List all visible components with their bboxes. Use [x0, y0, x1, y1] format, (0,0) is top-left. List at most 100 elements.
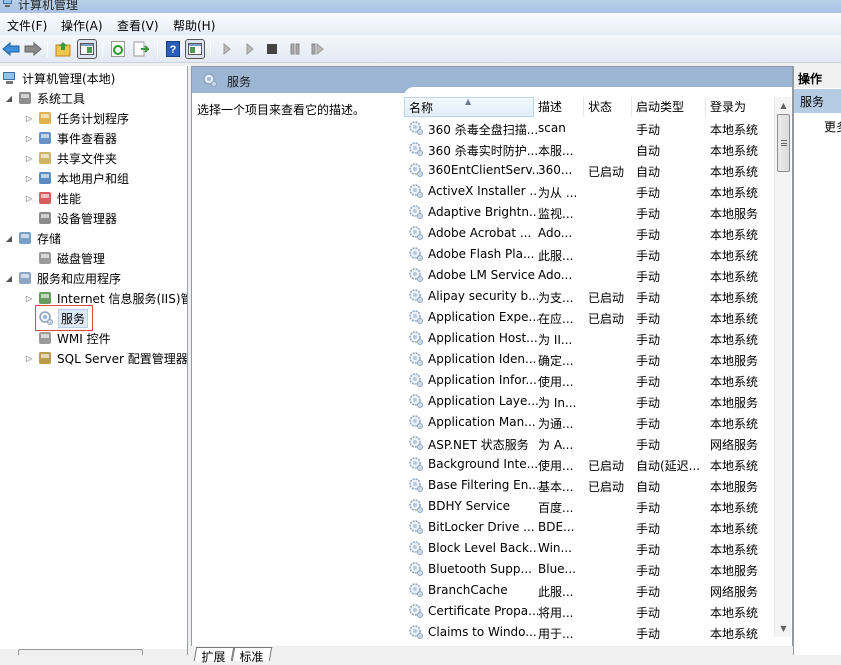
help-icon[interactable]: ? — [164, 40, 182, 58]
collapse-arrow-icon[interactable]: ◢ — [4, 274, 14, 283]
pause-service-icon[interactable] — [286, 40, 304, 58]
service-startup-type: 手动 — [636, 585, 661, 599]
tree-node[interactable]: ▷ SQL Server 配置管理器 — [24, 348, 187, 368]
actions-group-services[interactable]: 服务 — [794, 89, 841, 113]
scroll-up-icon[interactable]: ▲ — [775, 97, 792, 114]
tree-node[interactable]: ◢ 系统工具 — [4, 88, 85, 108]
up-folder-icon[interactable] — [54, 40, 72, 58]
service-row[interactable]: Claims to Windo... 用于... 手动 本地系统 — [408, 622, 770, 643]
column-header-status[interactable]: 状态 — [584, 97, 632, 117]
service-row[interactable]: Adobe LM Service Ado... 手动 本地系统 — [408, 265, 770, 286]
column-header-log-on-as[interactable]: 登录为 — [706, 97, 774, 117]
service-row[interactable]: Base Filtering En... 基本... 已启动 自动 本地服务 — [408, 475, 770, 496]
menu-action[interactable]: 操作(A) — [58, 16, 106, 35]
tree-node[interactable]: ▷ 本地用户和组 — [24, 168, 129, 188]
console-tree: 计算机管理(本地) ◢ 系统工具 ▷ 任务计划程序 ▷ 事件查看器 ▷ 共享文件夹 ▷ 本地用户和… — [0, 66, 188, 655]
column-header-name[interactable]: ▲ 名称 — [404, 97, 534, 117]
expand-arrow-icon[interactable]: ▷ — [24, 134, 34, 143]
tab-extended[interactable]: 扩展 — [193, 647, 235, 664]
menu-view[interactable]: 查看(V) — [114, 16, 162, 35]
service-name: Application Man... — [428, 415, 536, 429]
services-vertical-scrollbar[interactable]: ▲ ▼ — [774, 97, 791, 637]
tree-node[interactable]: ▷ 任务计划程序 — [24, 108, 129, 128]
stop-service-icon[interactable] — [263, 40, 281, 58]
service-name: BitLocker Drive ... — [428, 520, 535, 534]
service-row[interactable]: Bluetooth Supp... Blue... 手动 本地服务 — [408, 559, 770, 580]
tab-standard[interactable]: 标准 — [231, 647, 273, 664]
tree-node[interactable]: 服务 — [34, 305, 94, 331]
service-status: 已启动 — [588, 480, 625, 494]
expand-arrow-icon[interactable]: ▷ — [24, 154, 34, 163]
tree-node[interactable]: WMI 控件 — [24, 328, 111, 348]
tree-node[interactable]: ▷ 事件查看器 — [24, 128, 117, 148]
start-service-icon[interactable] — [218, 40, 236, 58]
expand-arrow-icon[interactable]: ▷ — [24, 354, 34, 363]
expand-arrow-icon[interactable]: ▷ — [24, 114, 34, 123]
service-description: 将用... — [538, 606, 574, 620]
service-row[interactable]: Block Level Back... Win... 手动 本地系统 — [408, 538, 770, 559]
show-hide-tree-icon[interactable] — [77, 39, 97, 59]
service-row[interactable]: ActiveX Installer ... 为从 ... 手动 本地系统 — [408, 181, 770, 202]
forward-icon[interactable] — [24, 40, 42, 58]
tree-node-icon — [39, 352, 51, 364]
service-row[interactable]: Background Inte... 使用... 已启动 自动(延迟... 本地系统 — [408, 454, 770, 475]
services-list: ▲ 名称 描述 状态 启动类型 登录为 360 杀毒全盘扫描... scan 手动本… — [404, 87, 792, 647]
service-startup-type: 自动(延迟... — [636, 459, 701, 473]
collapse-arrow-icon[interactable]: ◢ — [4, 234, 14, 243]
restart-service-icon[interactable] — [309, 40, 327, 58]
more-actions-link[interactable]: 更多操作 — [824, 118, 841, 135]
service-row[interactable]: Certificate Propa... 将用... 手动 本地系统 — [408, 601, 770, 622]
tree-node[interactable]: ▷ 性能 — [24, 188, 81, 208]
service-row[interactable]: 360 杀毒实时防护... 本服... 自动 本地系统 — [408, 139, 770, 160]
service-row[interactable]: Alipay security b... 为支... 已启动 手动 本地系统 — [408, 286, 770, 307]
actions-pane: 操作 服务 更多操作 — [793, 66, 841, 655]
scroll-down-icon[interactable]: ▼ — [775, 620, 792, 637]
scrollbar-thumb[interactable] — [18, 649, 143, 655]
expand-arrow-icon[interactable]: ▷ — [24, 174, 34, 183]
service-gear-icon — [409, 562, 423, 576]
service-name: Application Host... — [428, 331, 538, 345]
expand-arrow-icon[interactable]: ▷ — [24, 194, 34, 203]
export-list-icon[interactable] — [132, 40, 150, 58]
collapse-arrow-icon[interactable]: ◢ — [4, 94, 14, 103]
service-name: ActiveX Installer ... — [428, 184, 538, 198]
tree-node[interactable]: ▷ 共享文件夹 — [24, 148, 117, 168]
tree-node[interactable]: 磁盘管理 — [24, 248, 105, 268]
service-row[interactable]: Application Infor... 使用... 手动 本地系统 — [408, 370, 770, 391]
tree-node[interactable]: 设备管理器 — [24, 208, 117, 228]
service-row[interactable]: Adaptive Brightn... 监视... 手动 本地服务 — [408, 202, 770, 223]
tree-horizontal-scrollbar[interactable] — [0, 649, 187, 655]
service-row[interactable]: Application Man... 为通... 手动 本地系统 — [408, 412, 770, 433]
expand-arrow-icon[interactable]: ▷ — [24, 294, 34, 303]
service-row[interactable]: Application Expe... 在应... 已启动 手动 本地系统 — [408, 307, 770, 328]
service-row[interactable]: BitLocker Drive ... BDE... 手动 本地系统 — [408, 517, 770, 538]
tree-node[interactable]: ◢ 服务和应用程序 — [4, 268, 121, 288]
service-row[interactable]: Adobe Acrobat ... Ado... 手动 本地系统 — [408, 223, 770, 244]
service-row[interactable]: BDHY Service 百度... 手动 本地系统 — [408, 496, 770, 517]
menu-help[interactable]: 帮助(H) — [170, 16, 218, 35]
tree-root[interactable]: 计算机管理(本地) — [2, 68, 115, 88]
menu-file[interactable]: 文件(F) — [4, 16, 50, 35]
scrollbar-thumb[interactable] — [777, 114, 790, 172]
start-service-alt-icon[interactable] — [241, 40, 259, 58]
service-row[interactable]: Application Host... 为 II... 手动 本地系统 — [408, 328, 770, 349]
tree-node[interactable]: ▷ Internet 信息服务(IIS)管 — [24, 288, 187, 308]
service-log-on-as: 本地服务 — [710, 354, 759, 368]
service-startup-type: 手动 — [636, 564, 661, 578]
tree-node-icon — [39, 112, 51, 124]
column-header-startup-type[interactable]: 启动类型 — [632, 97, 706, 117]
service-row[interactable]: Application Iden... 确定... 手动 本地服务 — [408, 349, 770, 370]
service-row[interactable]: Adobe Flash Pla... 此服... 手动 本地系统 — [408, 244, 770, 265]
column-header-description[interactable]: 描述 — [534, 97, 584, 117]
service-row[interactable]: 360EntClientServ... 360... 已启动 自动 本地系统 — [408, 160, 770, 181]
service-row[interactable]: BranchCache 此服... 手动 网络服务 — [408, 580, 770, 601]
show-hide-action-pane-icon[interactable] — [185, 39, 205, 59]
back-icon[interactable] — [2, 40, 20, 58]
service-description: 此服... — [538, 585, 574, 599]
service-row[interactable]: ASP.NET 状态服务为 A... 手动 网络服务 — [408, 433, 770, 454]
service-row[interactable]: Application Laye... 为 In... 手动 本地服务 — [408, 391, 770, 412]
refresh-icon[interactable] — [109, 40, 127, 58]
service-name: 360 杀毒全盘扫描... — [428, 123, 538, 137]
service-row[interactable]: 360 杀毒全盘扫描... scan 手动 本地系统 — [408, 118, 770, 139]
tree-node[interactable]: ◢ 存储 — [4, 228, 61, 248]
